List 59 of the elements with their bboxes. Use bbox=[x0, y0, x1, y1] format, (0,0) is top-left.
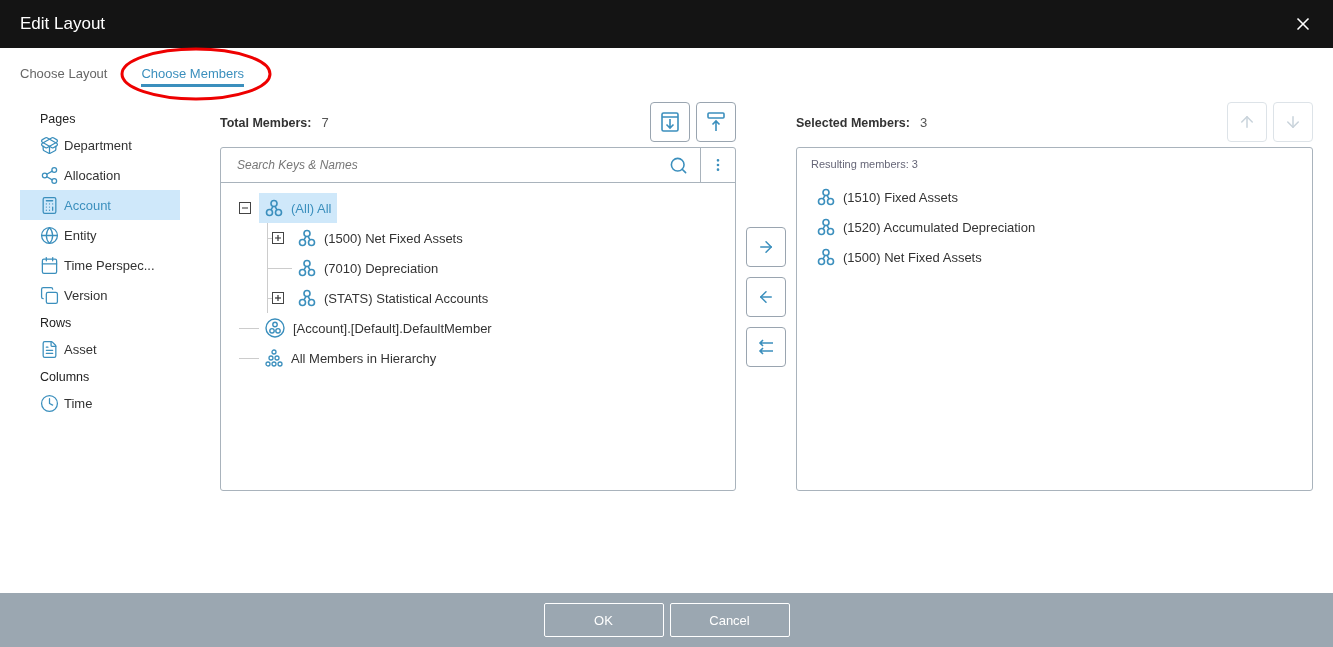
window-title: Edit Layout bbox=[20, 14, 106, 34]
hierarchy-icon bbox=[817, 218, 835, 236]
selected-member-item[interactable]: (1520) Accumulated Depreciation bbox=[797, 212, 1312, 242]
sidebar-item[interactable]: Time bbox=[20, 388, 180, 418]
calendar-icon bbox=[40, 255, 59, 275]
globe-icon bbox=[40, 225, 59, 245]
tree-item[interactable]: All Members in Hierarchy bbox=[259, 343, 443, 373]
copy-icon bbox=[40, 285, 59, 305]
hierarchy-icon bbox=[298, 259, 316, 277]
resulting-members-text: Resulting members: 3 bbox=[810, 157, 919, 172]
add-button[interactable] bbox=[746, 227, 786, 267]
hierarchy-pyramid-icon bbox=[265, 349, 283, 367]
total-members-count: 7 bbox=[321, 115, 329, 130]
section-heading: Pages bbox=[39, 111, 77, 128]
plus-icon bbox=[274, 234, 282, 242]
minus-icon bbox=[241, 204, 249, 212]
remove-all-button[interactable] bbox=[746, 327, 786, 367]
plus-icon bbox=[274, 294, 282, 302]
selected-members-label: Selected Members: bbox=[796, 116, 910, 130]
hierarchy-icon bbox=[817, 248, 835, 266]
expand-all-icon bbox=[660, 111, 680, 133]
tab[interactable]: Choose Layout bbox=[20, 66, 108, 87]
section-heading: Rows bbox=[39, 315, 73, 332]
tree-item[interactable]: [Account].[Default].DefaultMember bbox=[259, 313, 498, 343]
arrow-down-icon bbox=[1284, 113, 1302, 131]
remove-button[interactable] bbox=[746, 277, 786, 317]
collapse-all-icon bbox=[706, 111, 726, 133]
selected-member-item[interactable]: (1510) Fixed Assets bbox=[797, 182, 1312, 212]
collapse-all-button[interactable] bbox=[696, 102, 736, 142]
total-members-label: Total Members: bbox=[220, 116, 312, 130]
arrow-right-icon bbox=[757, 238, 775, 256]
share-icon bbox=[40, 165, 59, 185]
sidebar-item[interactable]: Department bbox=[20, 130, 180, 160]
expand-toggle[interactable] bbox=[272, 292, 284, 304]
sidebar-item[interactable]: Allocation bbox=[20, 160, 180, 190]
hierarchy-icon bbox=[298, 229, 316, 247]
selected-members-count: 3 bbox=[919, 115, 928, 130]
search-icon bbox=[669, 155, 688, 175]
expand-toggle[interactable] bbox=[272, 232, 284, 244]
hierarchy-icon bbox=[265, 199, 283, 217]
expand-all-button[interactable] bbox=[650, 102, 690, 142]
double-arrow-left-icon bbox=[757, 338, 775, 356]
section-heading: Columns bbox=[39, 369, 91, 386]
selected-member-item[interactable]: (1500) Net Fixed Assets bbox=[797, 242, 1312, 272]
sidebar-item[interactable]: Time Perspec... bbox=[20, 250, 180, 280]
sidebar-item[interactable]: Version bbox=[20, 280, 180, 310]
tree-item[interactable]: (7010) Depreciation bbox=[292, 253, 445, 283]
hierarchy-icon bbox=[298, 289, 316, 307]
calculator-icon bbox=[40, 195, 59, 215]
hierarchy-icon bbox=[817, 188, 835, 206]
document-icon bbox=[40, 339, 59, 359]
hierarchy-circle-icon bbox=[265, 318, 285, 338]
clock-icon bbox=[40, 393, 59, 413]
sidebar-item[interactable]: Asset bbox=[20, 334, 180, 364]
box-icon bbox=[40, 135, 59, 155]
sidebar-item[interactable]: Entity bbox=[20, 220, 180, 250]
tree-item[interactable]: (STATS) Statistical Accounts bbox=[292, 283, 495, 313]
tree-item[interactable]: (1500) Net Fixed Assets bbox=[292, 223, 469, 253]
collapse-toggle[interactable] bbox=[239, 202, 251, 214]
